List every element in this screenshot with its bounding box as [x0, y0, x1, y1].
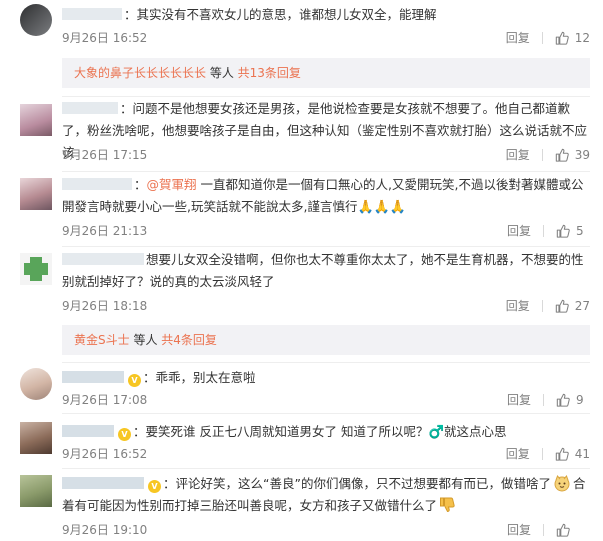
timestamp: 9月26日 18:18	[62, 299, 148, 313]
divider	[62, 413, 590, 414]
like-count: 41	[574, 447, 590, 461]
like-button[interactable]: 5	[556, 221, 590, 241]
divider	[543, 225, 544, 237]
comment-text: ：@賀軍翔 一直都知道你是一個有口無心的人,又愛開玩笑,不過以後對著媒體或公開發…	[62, 177, 584, 215]
username-blurred[interactable]	[62, 425, 114, 437]
divider	[543, 524, 544, 536]
comment-text: V ：评论好笑，这么“善良”的你们偶像，只不过想要都有而已，做错啥了 合着有可能因为…	[62, 475, 586, 513]
divider	[541, 149, 543, 161]
more-replies-bar: 大象的鼻子长长长长长长 等人 共13条回复	[62, 58, 590, 88]
more-replies-link[interactable]: 共4条回复	[161, 333, 217, 347]
more-replies-middle: 等人	[206, 66, 238, 80]
like-count: 5	[576, 224, 584, 238]
timestamp: 9月26日 16:52	[62, 31, 148, 45]
like-button[interactable]: 9	[556, 390, 590, 410]
comment-text: V ：乖乖，别太在意啦	[62, 367, 588, 389]
timestamp: 9月26日 17:15	[62, 148, 148, 162]
avatar[interactable]	[20, 178, 52, 210]
cute-face-emoji-icon	[554, 475, 570, 492]
avatar[interactable]	[20, 4, 52, 36]
vip-badge-icon: V	[118, 428, 131, 441]
timestamp: 9月26日 21:13	[62, 224, 148, 238]
avatar[interactable]	[20, 475, 52, 507]
timestamp: 9月26日 17:08	[62, 393, 148, 407]
thumbs-up-icon	[556, 393, 570, 407]
thumbs-up-icon	[555, 31, 569, 45]
divider	[543, 394, 544, 406]
like-button[interactable]: 39	[555, 145, 590, 165]
comment-text: ：其实没有不喜欢女儿的意思，谁都想儿女双全，能理解	[62, 4, 588, 26]
like-count: 39	[574, 148, 590, 162]
comment-item: 想要儿女双全没错啊，但你也太不尊重你太太了，她不是生育机器，不想要的性别就刮掉好…	[20, 249, 590, 317]
more-replies-middle: 等人	[129, 333, 162, 347]
comment-meta: 9月26日 18:18 回复 27	[62, 296, 590, 316]
like-button[interactable]	[556, 523, 590, 537]
divider	[541, 448, 543, 460]
vip-badge-icon: V	[148, 480, 161, 493]
comment-meta: 9月26日 16:52 回复 12	[62, 28, 590, 48]
pray-emoji-icon: 🙏🙏🙏	[357, 200, 407, 215]
avatar[interactable]	[20, 104, 52, 136]
reply-user-link[interactable]: 黄金S斗士	[74, 333, 130, 347]
comment-item: V ：要笑死谁 反正七八周就知道男女了 知道了所以呢？♂️就这点心思 9月26日 …	[20, 420, 590, 466]
avatar[interactable]	[20, 253, 52, 285]
reply-button[interactable]: 回复	[506, 444, 530, 464]
like-count: 27	[574, 299, 590, 313]
username-blurred[interactable]	[62, 102, 118, 114]
comment-meta: 9月26日 21:13 回复 5	[62, 221, 590, 241]
avatar[interactable]	[20, 368, 52, 400]
timestamp: 9月26日 19:10	[62, 523, 148, 537]
like-button[interactable]: 27	[555, 296, 590, 316]
thumbs-up-icon	[556, 523, 570, 537]
timestamp: 9月26日 16:52	[62, 447, 148, 461]
like-button[interactable]: 41	[555, 444, 590, 464]
divider	[62, 362, 590, 363]
thumbs-down-emoji-icon	[440, 497, 455, 513]
thumbs-up-icon	[555, 447, 569, 461]
like-button[interactable]: 12	[555, 28, 590, 48]
comment-item: ：@賀軍翔 一直都知道你是一個有口無心的人,又愛開玩笑,不過以後對著媒體或公開發…	[20, 174, 590, 242]
comment-meta: 9月26日 17:08 回复 9	[62, 390, 590, 410]
like-count: 9	[576, 393, 584, 407]
mention-link[interactable]: @賀軍翔	[147, 177, 197, 192]
comment-text: 想要儿女双全没错啊，但你也太不尊重你太太了，她不是生育机器，不想要的性别就刮掉好…	[62, 252, 584, 289]
username-blurred[interactable]	[62, 8, 122, 20]
reply-button[interactable]: 回复	[506, 28, 530, 48]
comment-item: V ：乖乖，别太在意啦 9月26日 17:08 回复 9	[20, 366, 590, 412]
avatar[interactable]	[20, 422, 52, 454]
reply-button[interactable]: 回复	[507, 520, 531, 540]
comment-meta: 9月26日 16:52 回复 41	[62, 444, 590, 464]
divider	[62, 171, 590, 172]
thumbs-up-icon	[555, 148, 569, 162]
username-blurred[interactable]	[62, 477, 144, 489]
reply-button[interactable]: 回复	[506, 145, 530, 165]
more-replies-link[interactable]: 共13条回复	[238, 66, 301, 80]
like-count: 12	[574, 31, 590, 45]
reply-user-link[interactable]: 大象的鼻子长长长长长长	[74, 66, 206, 80]
comment-text: V ：要笑死谁 反正七八周就知道男女了 知道了所以呢？♂️就这点心思	[62, 421, 588, 443]
divider	[62, 96, 590, 97]
divider	[62, 246, 590, 247]
comment-meta: 9月26日 19:10 回复	[62, 520, 590, 540]
reply-button[interactable]: 回复	[507, 390, 531, 410]
reply-button[interactable]: 回复	[507, 221, 531, 241]
comment-item: ：问题不是他想要女孩还是男孩，是他说检查要是女孩就不想要了。他自己都道歉了，粉丝…	[20, 98, 590, 168]
more-replies-bar: 黄金S斗士 等人 共4条回复	[62, 325, 590, 355]
thumbs-up-icon	[555, 299, 569, 313]
username-blurred[interactable]	[62, 178, 132, 190]
divider	[541, 300, 543, 312]
username-blurred[interactable]	[62, 253, 144, 265]
username-blurred[interactable]	[62, 371, 124, 383]
thumbs-up-icon	[556, 224, 570, 238]
divider	[541, 32, 543, 44]
divider	[62, 468, 590, 469]
comment-meta: 9月26日 17:15 回复 39	[62, 145, 590, 165]
vip-badge-icon: V	[128, 374, 141, 387]
comment-item: V ：评论好笑，这么“善良”的你们偶像，只不过想要都有而已，做错啥了 合着有可能因为…	[20, 471, 590, 541]
reply-button[interactable]: 回复	[506, 296, 530, 316]
comment-item: ：其实没有不喜欢女儿的意思，谁都想儿女双全，能理解 9月26日 16:52 回复…	[20, 2, 590, 48]
